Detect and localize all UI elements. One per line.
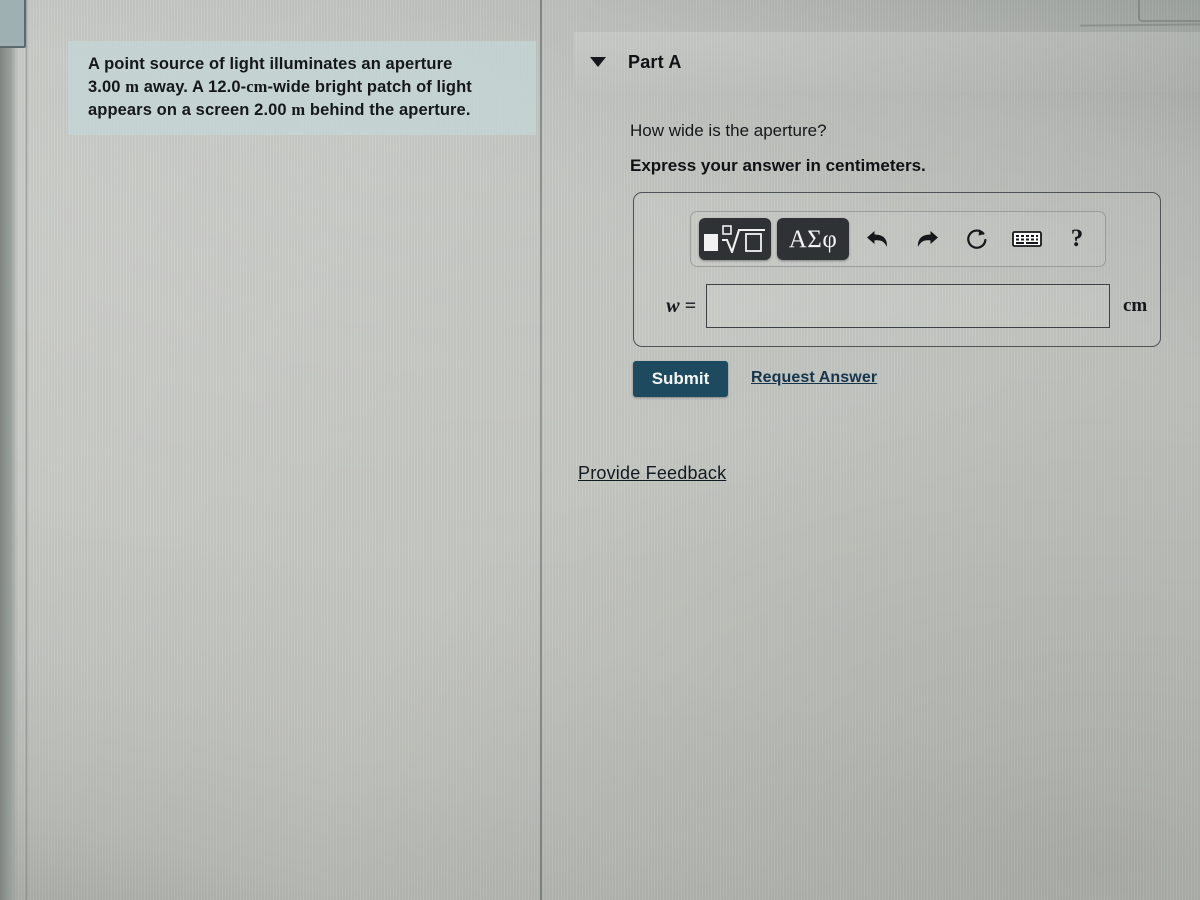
problem-line-3: appears on a screen 2.00 m behind the ap… bbox=[88, 99, 471, 119]
keyboard-icon bbox=[1012, 231, 1042, 247]
part-a-pane: Part A How wide is the aperture? Express… bbox=[544, 0, 1200, 900]
greek-symbols-button[interactable]: ΑΣφ bbox=[777, 218, 849, 260]
page-title: Part A bbox=[628, 51, 682, 72]
greek-symbols-label: ΑΣφ bbox=[788, 225, 838, 253]
reset-circular-arrow-icon bbox=[966, 228, 986, 249]
math-template-button[interactable] bbox=[699, 218, 771, 260]
problem-line-2: 3.00 m away. A 12.0-cm-wide bright patch… bbox=[88, 76, 472, 96]
provide-feedback-link[interactable]: Provide Feedback bbox=[578, 463, 726, 484]
unit-label: cm bbox=[1123, 295, 1148, 316]
pane-divider bbox=[540, 0, 542, 900]
corner-cutoff-box bbox=[0, 0, 26, 48]
redo-button[interactable] bbox=[905, 218, 949, 260]
math-toolbar: ΑΣφ ? bbox=[690, 211, 1106, 267]
unit-meters-2: m bbox=[291, 99, 306, 119]
request-answer-link[interactable]: Request Answer bbox=[751, 369, 877, 387]
variable-label: w = bbox=[666, 294, 696, 317]
help-button[interactable]: ? bbox=[1055, 218, 1099, 260]
answer-instruction: Express your answer in centimeters. bbox=[630, 156, 926, 175]
keyboard-button[interactable] bbox=[1005, 218, 1049, 260]
submit-button[interactable]: Submit bbox=[633, 361, 728, 397]
math-template-icon bbox=[704, 225, 765, 253]
reset-button[interactable] bbox=[955, 218, 999, 260]
part-header: Part A bbox=[574, 32, 1200, 92]
answer-input[interactable] bbox=[706, 284, 1110, 328]
problem-line-1: A point source of light illuminates an a… bbox=[88, 55, 453, 73]
undo-arrow-icon bbox=[866, 231, 887, 247]
problem-statement: A point source of light illuminates an a… bbox=[68, 41, 536, 136]
chevron-down-icon[interactable] bbox=[590, 57, 606, 67]
unit-centimeters: cm bbox=[246, 76, 268, 96]
answer-entry-panel: ΑΣφ ? w = cm bbox=[633, 192, 1161, 347]
unit-meters: m bbox=[125, 76, 140, 96]
undo-button[interactable] bbox=[855, 218, 899, 260]
answer-row: w = cm bbox=[634, 277, 1162, 335]
redo-arrow-icon bbox=[917, 231, 938, 247]
question-prompt: How wide is the aperture? bbox=[630, 121, 827, 140]
